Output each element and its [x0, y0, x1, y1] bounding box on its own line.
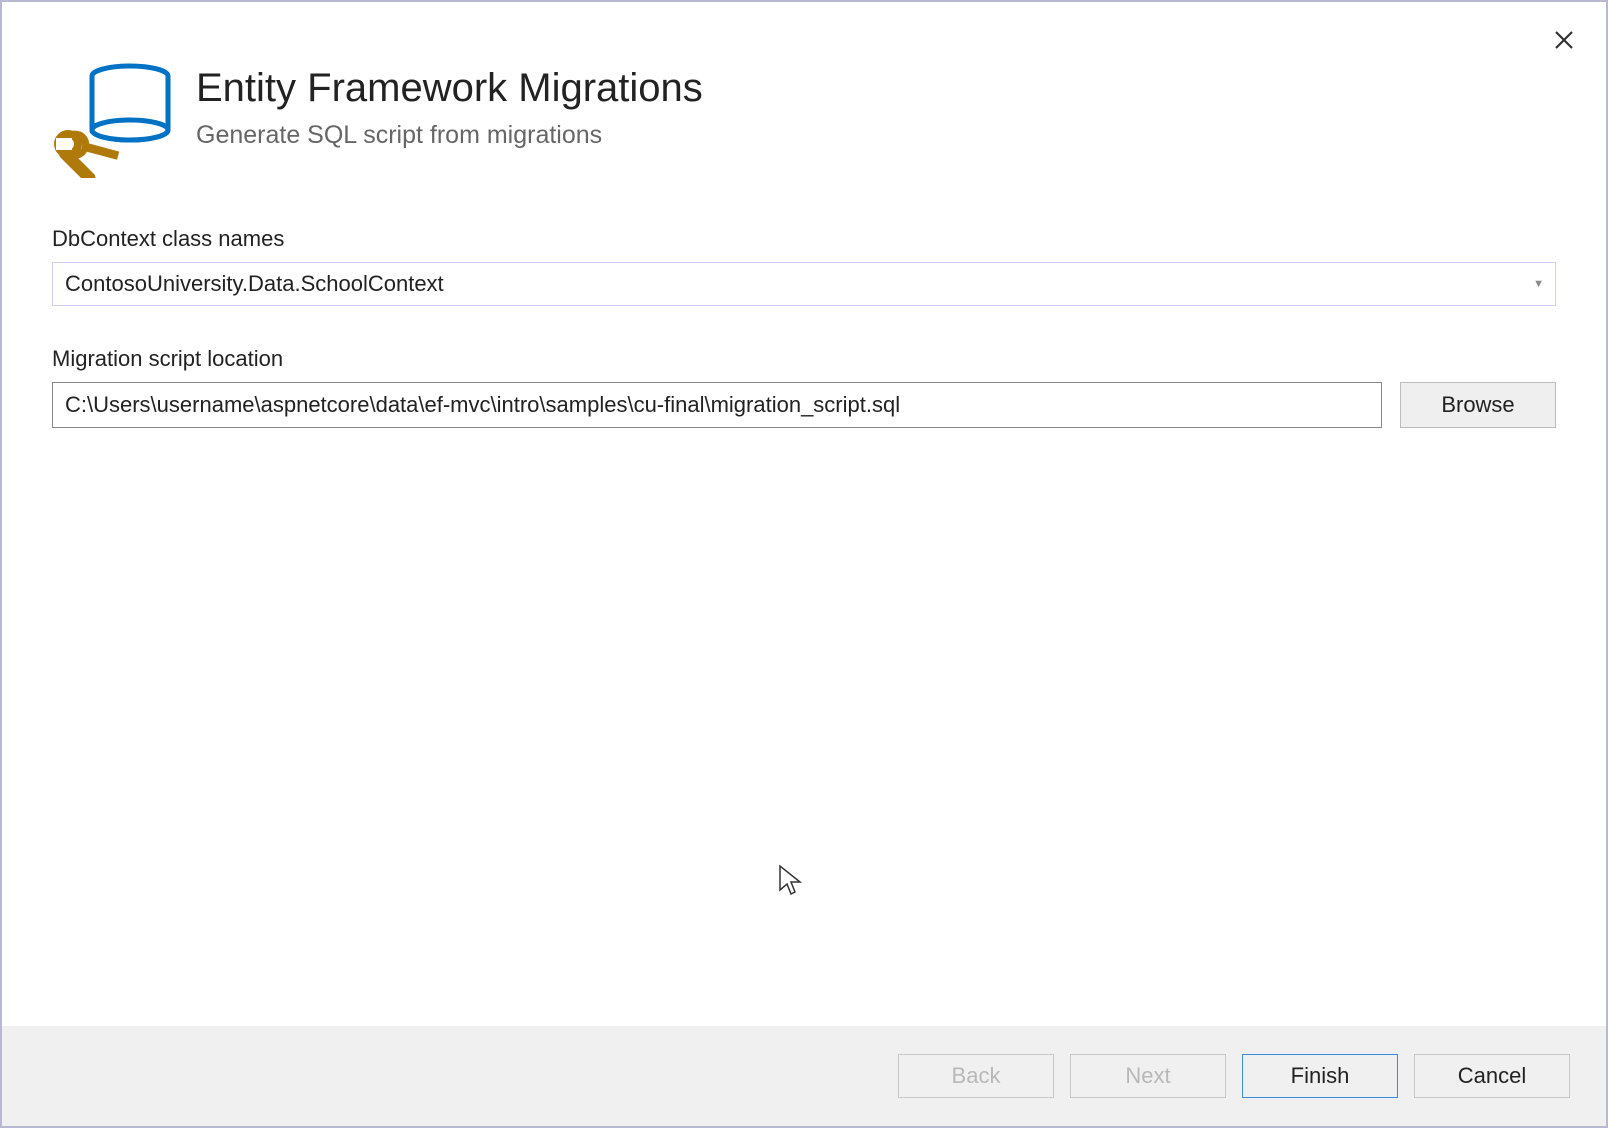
next-button: Next: [1070, 1054, 1226, 1098]
dialog-header: Entity Framework Migrations Generate SQL…: [52, 50, 1556, 178]
close-icon[interactable]: [1554, 28, 1574, 54]
dbcontext-label: DbContext class names: [52, 226, 1556, 252]
migrations-icon: [52, 58, 172, 178]
browse-button[interactable]: Browse: [1400, 382, 1556, 428]
page-subtitle: Generate SQL script from migrations: [196, 121, 703, 150]
back-button: Back: [898, 1054, 1054, 1098]
location-label: Migration script location: [52, 346, 1556, 372]
location-field-group: Migration script location Browse: [52, 346, 1556, 428]
dbcontext-combobox[interactable]: [52, 262, 1556, 306]
page-title: Entity Framework Migrations: [196, 66, 703, 111]
dialog-body: Entity Framework Migrations Generate SQL…: [2, 2, 1606, 1026]
dialog-footer: Back Next Finish Cancel: [2, 1026, 1606, 1126]
location-input[interactable]: [52, 382, 1382, 428]
cancel-button[interactable]: Cancel: [1414, 1054, 1570, 1098]
finish-button[interactable]: Finish: [1242, 1054, 1398, 1098]
dbcontext-field-group: DbContext class names ▼: [52, 226, 1556, 306]
